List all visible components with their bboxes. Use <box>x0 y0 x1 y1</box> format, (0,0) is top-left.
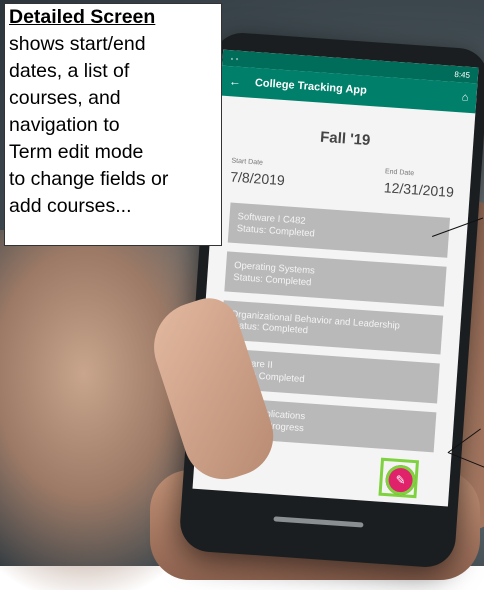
callout-heading: Detailed Screen <box>9 6 156 28</box>
back-arrow-icon[interactable]: ← <box>229 74 242 89</box>
home-gesture-bar[interactable] <box>273 516 364 528</box>
callout-line: shows start/end <box>9 33 146 55</box>
course-item[interactable]: Organizational Behavior and Leadership S… <box>220 299 444 355</box>
end-date: End Date 12/31/2019 <box>383 168 455 200</box>
home-icon[interactable]: ⌂ <box>461 91 468 103</box>
term-dates: Start Date 7/8/2019 End Date 12/31/2019 <box>214 156 471 201</box>
end-date-label: End Date <box>384 168 415 178</box>
status-time: 8:45 <box>454 69 471 80</box>
app-title: College Tracking App <box>254 76 368 97</box>
course-item[interactable]: Operating Systems Status: Completed <box>224 251 447 307</box>
phone-device: ◦ ◦ 8:45 ← College Tracking App ⌂ Fall '… <box>178 31 484 569</box>
status-dots-icon: ◦ ◦ <box>230 53 239 64</box>
end-date-value: 12/31/2019 <box>383 179 455 201</box>
course-item[interactable]: Software I C482 Status: Completed <box>227 202 451 258</box>
callout-line: courses, and <box>9 87 121 109</box>
pencil-icon: ✎ <box>387 467 414 493</box>
callout-line: dates, a list of <box>9 60 130 82</box>
term-title: Fall '19 <box>319 128 371 150</box>
callout-line: Term edit mode <box>9 141 144 163</box>
start-date-label: Start Date <box>231 157 264 167</box>
callout-line: navigation to <box>9 114 120 136</box>
start-date-value: 7/8/2019 <box>229 168 286 189</box>
annotation-callout: Detailed Screen shows start/end dates, a… <box>4 3 222 246</box>
start-date: Start Date 7/8/2019 <box>230 158 286 189</box>
callout-line: to change fields or <box>9 168 169 190</box>
callout-line: add courses... <box>9 195 132 217</box>
